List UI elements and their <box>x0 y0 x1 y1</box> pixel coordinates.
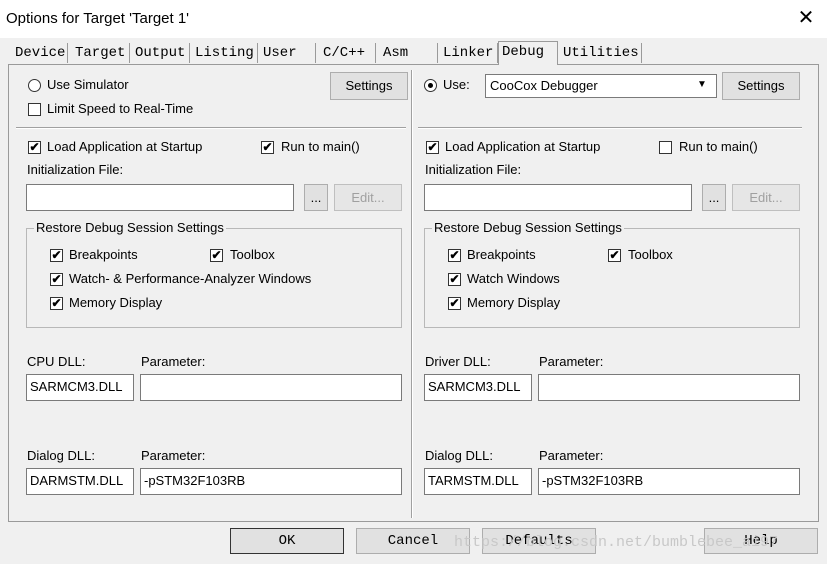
left-browse-button[interactable]: ... <box>304 184 328 211</box>
left-dialog-param-input[interactable]: -pSTM32F103RB <box>140 468 402 495</box>
left-dialog-dll-input[interactable]: DARMSTM.DLL <box>26 468 134 495</box>
right-dialog-dll-label: Dialog DLL: <box>425 448 493 463</box>
right-memory-label: Memory Display <box>467 295 561 310</box>
driver-param-label: Parameter: <box>539 354 604 369</box>
left-load-app-label: Load Application at Startup <box>47 139 203 154</box>
right-dialog-param-input[interactable]: -pSTM32F103RB <box>538 468 800 495</box>
tab-utilities[interactable]: Utilities <box>560 43 642 63</box>
debugger-select-value: CooCox Debugger <box>490 78 598 93</box>
right-load-app-label: Load Application at Startup <box>445 139 601 154</box>
right-restore-group-title: Restore Debug Session Settings <box>432 220 624 235</box>
tab-asm[interactable]: Asm <box>380 43 438 63</box>
right-toolbox-label: Toolbox <box>628 247 673 262</box>
driver-dll-input[interactable]: SARMCM3.DLL <box>424 374 532 401</box>
left-separator <box>16 127 406 129</box>
window-title: Options for Target 'Target 1' <box>6 10 190 27</box>
right-watch-checkbox[interactable]: ✔ <box>448 273 461 286</box>
cancel-button[interactable]: Cancel <box>356 528 470 554</box>
right-browse-button[interactable]: ... <box>702 184 726 211</box>
right-run-to-main-checkbox[interactable] <box>659 141 672 154</box>
limit-speed-label: Limit Speed to Real-Time <box>47 101 194 116</box>
driver-param-input[interactable] <box>538 374 800 401</box>
tab-debug[interactable]: Debug <box>498 41 558 65</box>
right-breakpoints-label: Breakpoints <box>467 247 536 262</box>
right-edit-button[interactable]: Edit... <box>732 184 800 211</box>
left-toolbox-checkbox[interactable]: ✔ <box>210 249 223 262</box>
debugger-settings-button[interactable]: Settings <box>722 72 800 100</box>
left-breakpoints-checkbox[interactable]: ✔ <box>50 249 63 262</box>
left-dialog-param-label: Parameter: <box>141 448 206 463</box>
left-load-app-checkbox[interactable]: ✔ <box>28 141 41 154</box>
simulator-settings-button[interactable]: Settings <box>330 72 408 100</box>
use-simulator-radio[interactable] <box>28 79 41 92</box>
left-run-to-main-label: Run to main() <box>281 139 360 154</box>
right-watch-label: Watch Windows <box>467 271 560 286</box>
left-edit-button[interactable]: Edit... <box>334 184 402 211</box>
left-toolbox-label: Toolbox <box>230 247 275 262</box>
right-run-to-main-label: Run to main() <box>679 139 758 154</box>
ok-button[interactable]: OK <box>230 528 344 554</box>
tab-listing[interactable]: Listing <box>192 43 258 63</box>
tab-cc[interactable]: C/C++ <box>320 43 376 63</box>
cpu-dll-input[interactable]: SARMCM3.DLL <box>26 374 134 401</box>
debugger-select[interactable]: CooCox Debugger ▼ <box>485 74 717 98</box>
limit-speed-checkbox[interactable] <box>28 103 41 116</box>
tab-user[interactable]: User <box>260 43 316 63</box>
watermark: https://blog.csdn.net/bumblebee_ai97 <box>454 534 779 551</box>
close-icon[interactable]: ✕ <box>796 6 816 30</box>
use-simulator-label: Use Simulator <box>47 77 129 92</box>
tab-output[interactable]: Output <box>132 43 190 63</box>
left-restore-group-title: Restore Debug Session Settings <box>34 220 226 235</box>
left-watch-label: Watch- & Performance-Analyzer Windows <box>69 271 312 286</box>
right-separator <box>418 127 802 129</box>
right-load-app-checkbox[interactable]: ✔ <box>426 141 439 154</box>
left-watch-checkbox[interactable]: ✔ <box>50 273 63 286</box>
left-run-to-main-checkbox[interactable]: ✔ <box>261 141 274 154</box>
use-label: Use: <box>443 77 470 92</box>
left-memory-label: Memory Display <box>69 295 163 310</box>
right-dialog-dll-input[interactable]: TARMSTM.DLL <box>424 468 532 495</box>
cpu-param-input[interactable] <box>140 374 402 401</box>
right-dialog-param-label: Parameter: <box>539 448 604 463</box>
right-init-file-input[interactable] <box>424 184 692 211</box>
tab-target[interactable]: Target <box>72 43 130 63</box>
driver-dll-label: Driver DLL: <box>425 354 491 369</box>
left-init-file-input[interactable] <box>26 184 294 211</box>
tab-device[interactable]: Device <box>12 43 68 63</box>
left-init-file-label: Initialization File: <box>27 162 124 177</box>
right-memory-checkbox[interactable]: ✔ <box>448 297 461 310</box>
left-memory-checkbox[interactable]: ✔ <box>50 297 63 310</box>
panel-divider <box>411 70 413 518</box>
cpu-dll-label: CPU DLL: <box>27 354 86 369</box>
left-dialog-dll-label: Dialog DLL: <box>27 448 95 463</box>
right-init-file-label: Initialization File: <box>425 162 522 177</box>
use-debugger-radio[interactable] <box>424 79 437 92</box>
right-toolbox-checkbox[interactable]: ✔ <box>608 249 621 262</box>
cpu-param-label: Parameter: <box>141 354 206 369</box>
tab-linker[interactable]: Linker <box>440 43 498 63</box>
chevron-down-icon[interactable]: ▼ <box>697 79 707 90</box>
left-breakpoints-label: Breakpoints <box>69 247 138 262</box>
right-breakpoints-checkbox[interactable]: ✔ <box>448 249 461 262</box>
